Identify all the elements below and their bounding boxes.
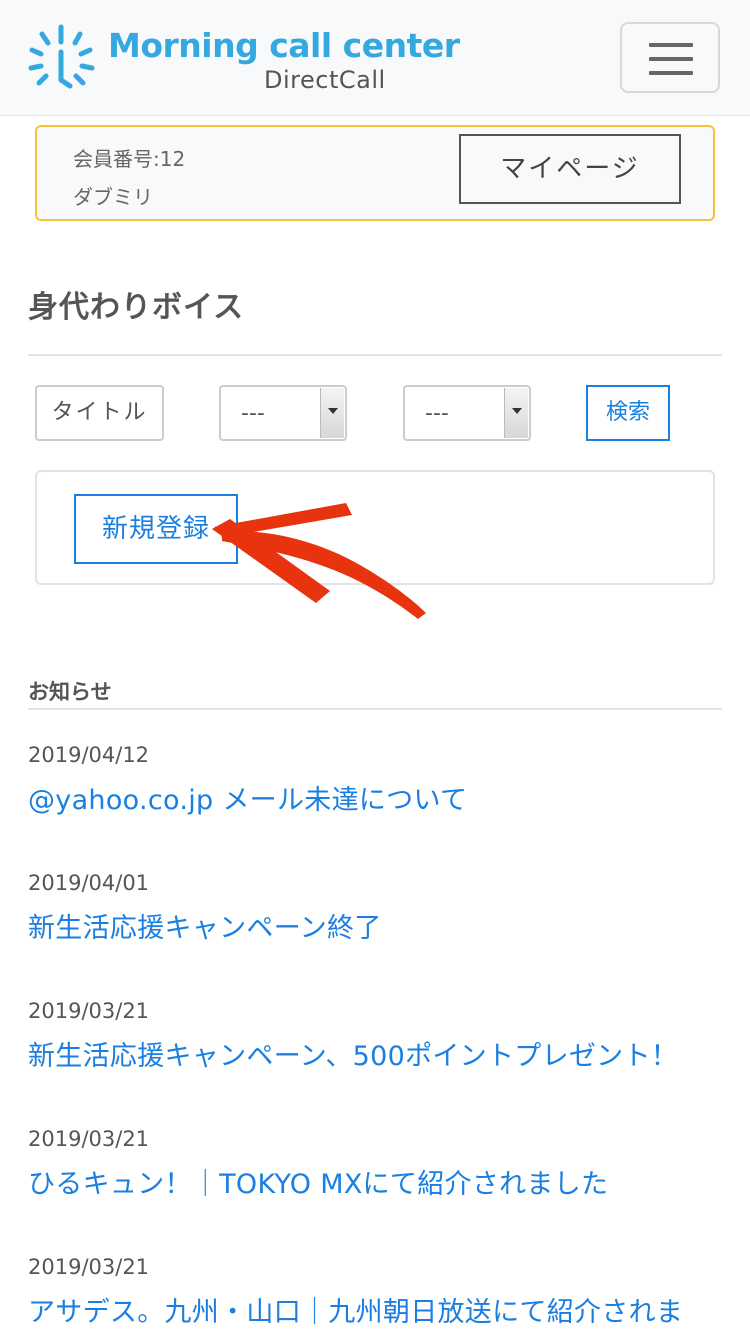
divider xyxy=(28,354,722,356)
select-value: --- xyxy=(241,401,265,426)
news-date: 2019/04/12 xyxy=(28,743,150,767)
divider xyxy=(28,708,722,710)
news-link[interactable]: ひるキュン！｜TOKYO MXにて紹介されました xyxy=(28,1165,748,1205)
news-item: 2019/03/21 ひるキュン！｜TOKYO MXにて紹介されました xyxy=(28,1123,748,1205)
news-item: 2019/03/21 アサデス。九州・山口｜九州朝日放送にて紹介されま xyxy=(28,1251,748,1333)
news-item: 2019/03/21 新生活応援キャンペーン、500ポイントプレゼント！ xyxy=(28,995,748,1077)
select-value: --- xyxy=(425,401,449,426)
news-link[interactable]: @yahoo.co.jp メール未達について xyxy=(28,781,748,821)
logo-subtitle: DirectCall xyxy=(264,66,386,94)
hamburger-icon xyxy=(649,57,693,61)
menu-button[interactable] xyxy=(620,22,720,93)
filter-select-1[interactable]: --- xyxy=(219,385,347,441)
news-heading: お知らせ xyxy=(28,680,112,704)
site-header: Morning call center DirectCall xyxy=(0,0,750,116)
chevron-down-icon xyxy=(504,388,528,438)
page-title: 身代わりボイス xyxy=(28,290,245,325)
news-date: 2019/03/21 xyxy=(28,1255,150,1279)
annotation-arrow-icon xyxy=(212,503,426,619)
hamburger-icon xyxy=(649,71,693,75)
hamburger-icon xyxy=(649,43,693,47)
member-info-box: 会員番号:12 ダブミリ マイページ xyxy=(35,125,715,221)
mypage-button[interactable]: マイページ xyxy=(459,134,681,204)
chevron-down-icon xyxy=(320,388,344,438)
news-item: 2019/04/01 新生活応援キャンペーン終了 xyxy=(28,867,748,949)
news-link[interactable]: 新生活応援キャンペーン終了 xyxy=(28,909,748,949)
member-number: 会員番号:12 xyxy=(73,147,186,171)
news-date: 2019/03/21 xyxy=(28,999,150,1023)
search-button[interactable]: 検索 xyxy=(586,385,670,441)
news-item: 2019/04/12 @yahoo.co.jp メール未達について xyxy=(28,739,748,821)
member-name: ダブミリ xyxy=(73,185,153,209)
filter-select-2[interactable]: --- xyxy=(403,385,531,441)
logo-title: Morning call center xyxy=(108,26,460,65)
news-link[interactable]: アサデス。九州・山口｜九州朝日放送にて紹介されま xyxy=(28,1293,748,1333)
news-link[interactable]: 新生活応援キャンペーン、500ポイントプレゼント！ xyxy=(28,1037,748,1077)
title-filter-button[interactable]: タイトル xyxy=(35,385,164,441)
news-date: 2019/03/21 xyxy=(28,1127,150,1151)
news-date: 2019/04/01 xyxy=(28,871,150,895)
site-logo[interactable]: Morning call center DirectCall xyxy=(28,22,460,96)
sunburst-clock-icon xyxy=(28,24,95,89)
